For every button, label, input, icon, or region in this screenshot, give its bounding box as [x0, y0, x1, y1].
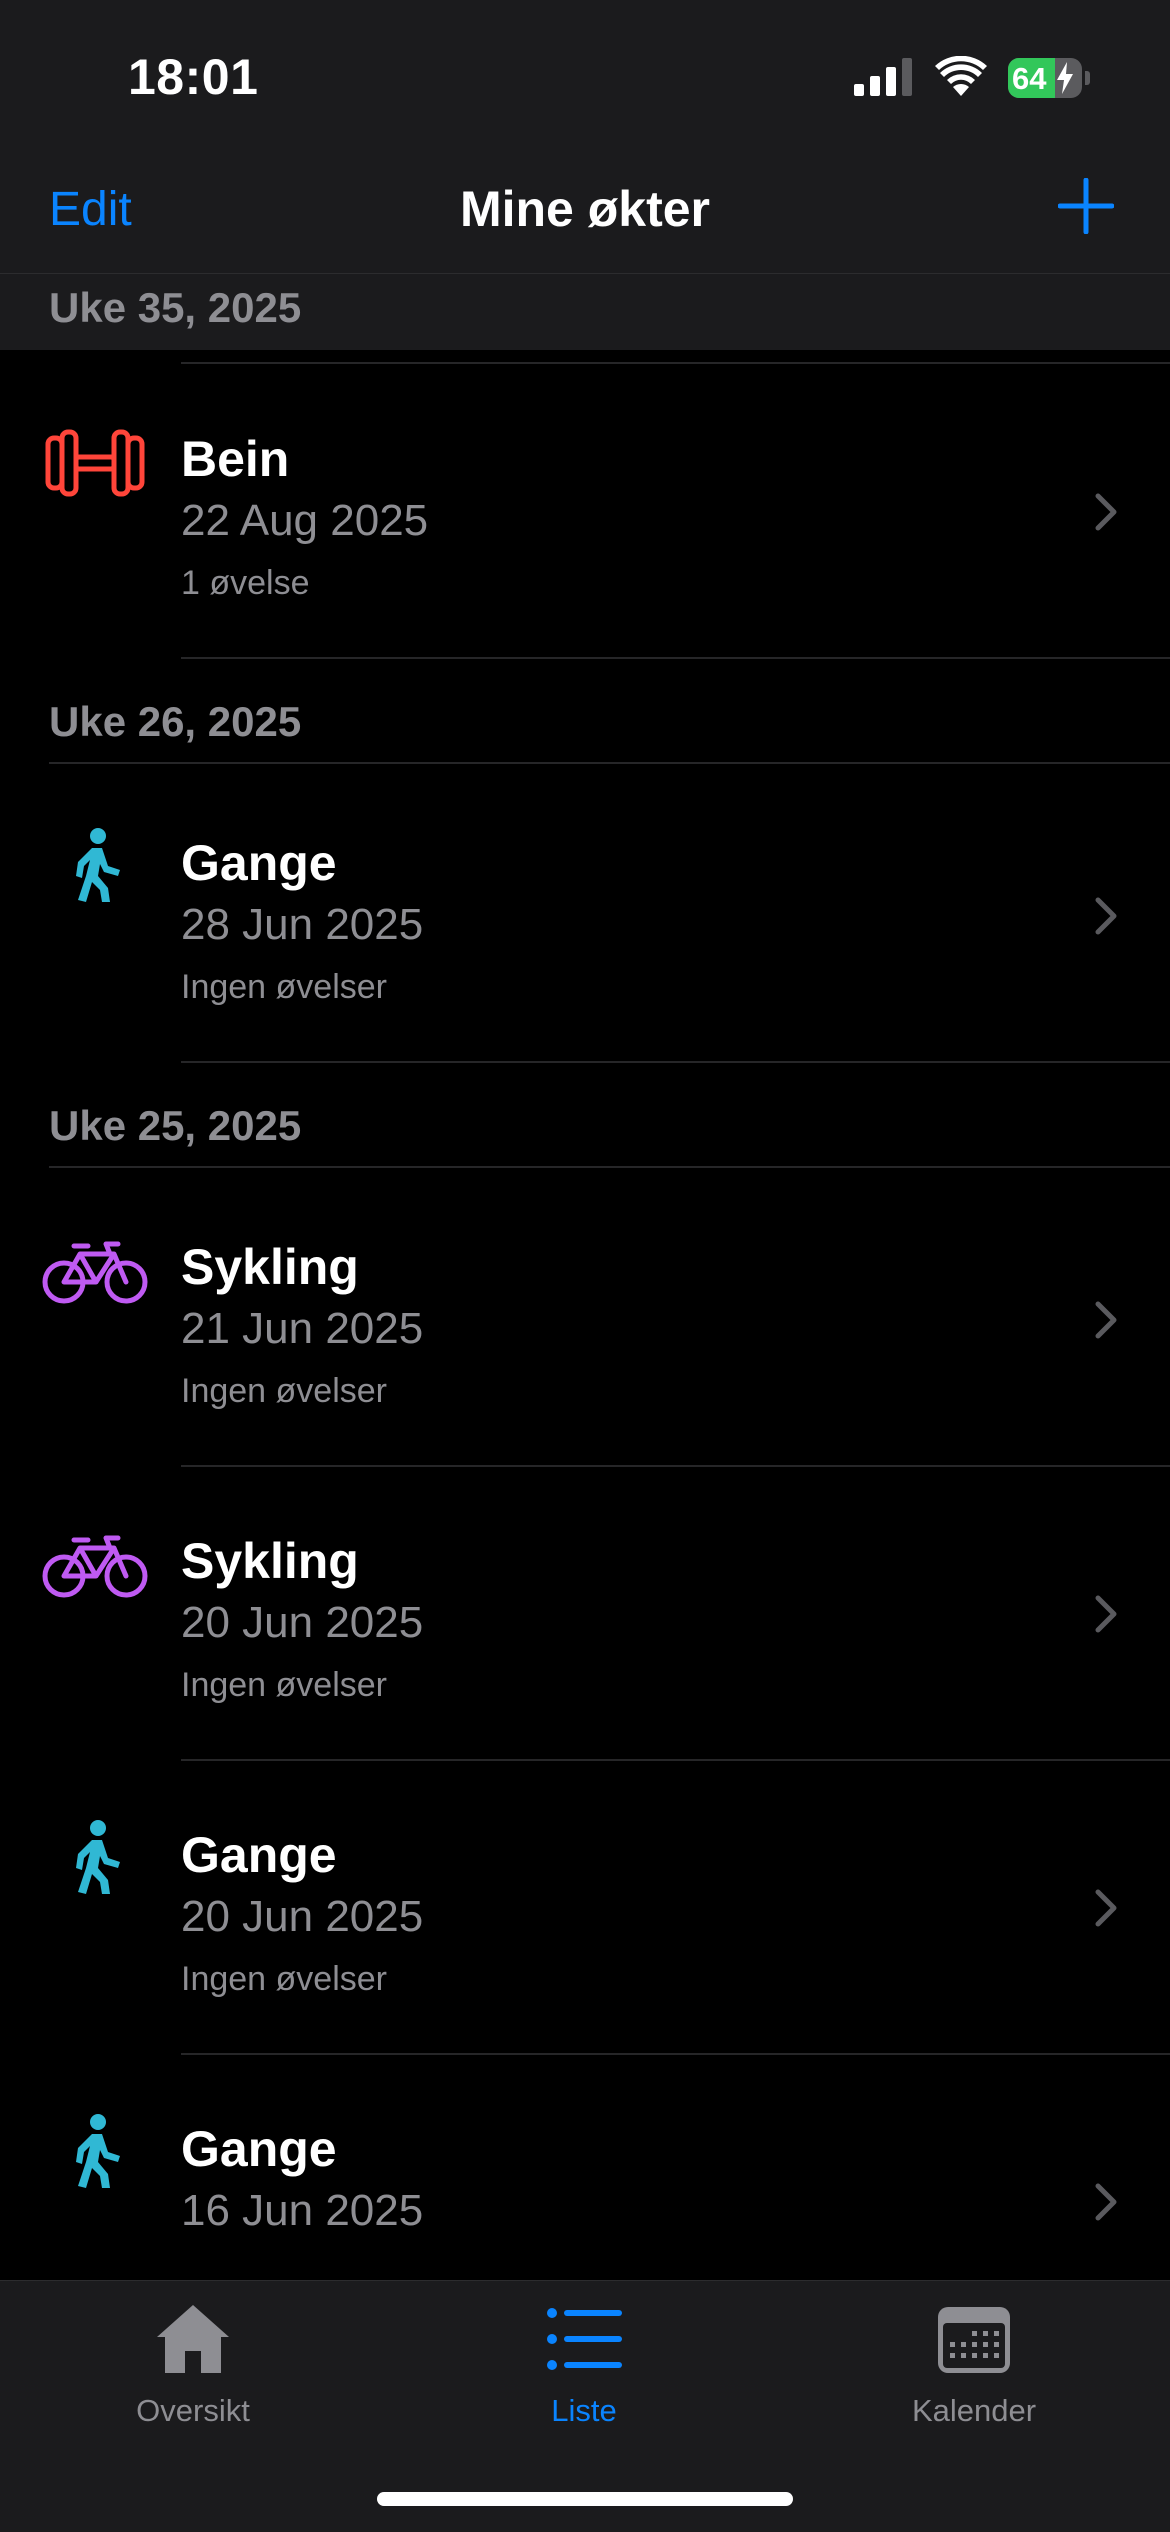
- section-header: Uke 35, 2025: [49, 284, 302, 331]
- workout-row[interactable]: Sykling 20 Jun 2025 Ingen øvelser: [0, 1466, 1170, 1760]
- walking-icon: [40, 2112, 150, 2192]
- tab-label: Liste: [551, 2393, 617, 2428]
- chevron-right-icon: [1094, 492, 1118, 532]
- status-time: 18:01: [128, 49, 259, 105]
- sticky-section-header: Uke 35, 2025: [0, 274, 1170, 350]
- chevron-right-icon: [1094, 896, 1118, 936]
- workout-date: 22 Aug 2025: [181, 496, 429, 545]
- workout-row[interactable]: Gange 20 Jun 2025 Ingen øvelser: [0, 1760, 1170, 2054]
- workout-title: Sykling: [181, 1239, 359, 1295]
- bicycle-icon: [40, 1530, 150, 1600]
- section-header: Uke 26, 2025: [49, 698, 302, 745]
- tab-liste[interactable]: Liste: [454, 2301, 714, 2431]
- list-icon: [544, 2301, 624, 2377]
- battery-cap: [1085, 71, 1090, 85]
- section-divider: [49, 762, 1170, 764]
- home-indicator: [377, 2492, 793, 2506]
- workout-date: 16 Jun 2025: [181, 2186, 424, 2235]
- workout-title: Bein: [181, 431, 290, 487]
- row-divider: [181, 1061, 1170, 1063]
- workout-row[interactable]: Gange 28 Jun 2025 Ingen øvelser: [0, 768, 1170, 1062]
- workout-date: 20 Jun 2025: [181, 1598, 424, 1647]
- calendar-icon: [934, 2301, 1014, 2377]
- battery-charging-icon: 64: [1008, 58, 1090, 98]
- tab-label: Oversikt: [136, 2393, 250, 2428]
- cellular-signal-icon: [854, 58, 912, 96]
- section-header: Uke 25, 2025: [49, 1102, 302, 1149]
- charging-bolt-icon: [1057, 62, 1073, 94]
- chevron-right-icon: [1094, 1888, 1118, 1928]
- status-bar: 18:01 64: [0, 0, 1170, 150]
- tab-kalender[interactable]: Kalender: [844, 2301, 1104, 2431]
- walking-icon: [40, 826, 150, 906]
- wifi-icon: [935, 56, 987, 96]
- workout-date: 20 Jun 2025: [181, 1892, 424, 1941]
- workout-date: 28 Jun 2025: [181, 900, 424, 949]
- page-title: Mine økter: [459, 181, 711, 237]
- workout-subtitle: Ingen øvelser: [181, 1666, 387, 1704]
- workout-subtitle: Ingen øvelser: [181, 968, 387, 1006]
- navigation-bar: Edit Mine økter: [0, 150, 1170, 274]
- workout-title: Gange: [181, 1827, 337, 1883]
- battery-body: 64: [1008, 58, 1082, 98]
- walking-icon: [40, 1818, 150, 1898]
- section-divider: [49, 1166, 1170, 1168]
- workout-subtitle: Ingen øvelser: [181, 1372, 387, 1410]
- screen: Bein 22 Aug 2025 1 øvelse Uke 26, 2025 Gange…: [0, 0, 1170, 2532]
- workout-date: 21 Jun 2025: [181, 1304, 424, 1353]
- workout-row[interactable]: Bein 22 Aug 2025 1 øvelse: [0, 364, 1170, 658]
- house-icon: [153, 2301, 233, 2377]
- chevron-right-icon: [1094, 1594, 1118, 1634]
- workout-subtitle: 1 øvelse: [181, 564, 310, 602]
- tab-oversikt[interactable]: Oversikt: [63, 2301, 323, 2431]
- row-divider: [181, 657, 1170, 659]
- chevron-right-icon: [1094, 2182, 1118, 2222]
- bicycle-icon: [40, 1236, 150, 1306]
- workout-row[interactable]: Sykling 21 Jun 2025 Ingen øvelser: [0, 1172, 1170, 1466]
- workout-subtitle: Ingen øvelser: [181, 1960, 387, 1998]
- chevron-right-icon: [1094, 1300, 1118, 1340]
- dumbbell-icon: [40, 428, 150, 498]
- workout-title: Gange: [181, 2121, 337, 2177]
- workout-title: Sykling: [181, 1533, 359, 1589]
- plus-icon[interactable]: [1058, 178, 1114, 234]
- battery-level: 64: [1012, 61, 1047, 96]
- tab-label: Kalender: [911, 2393, 1037, 2428]
- workout-title: Gange: [181, 835, 337, 891]
